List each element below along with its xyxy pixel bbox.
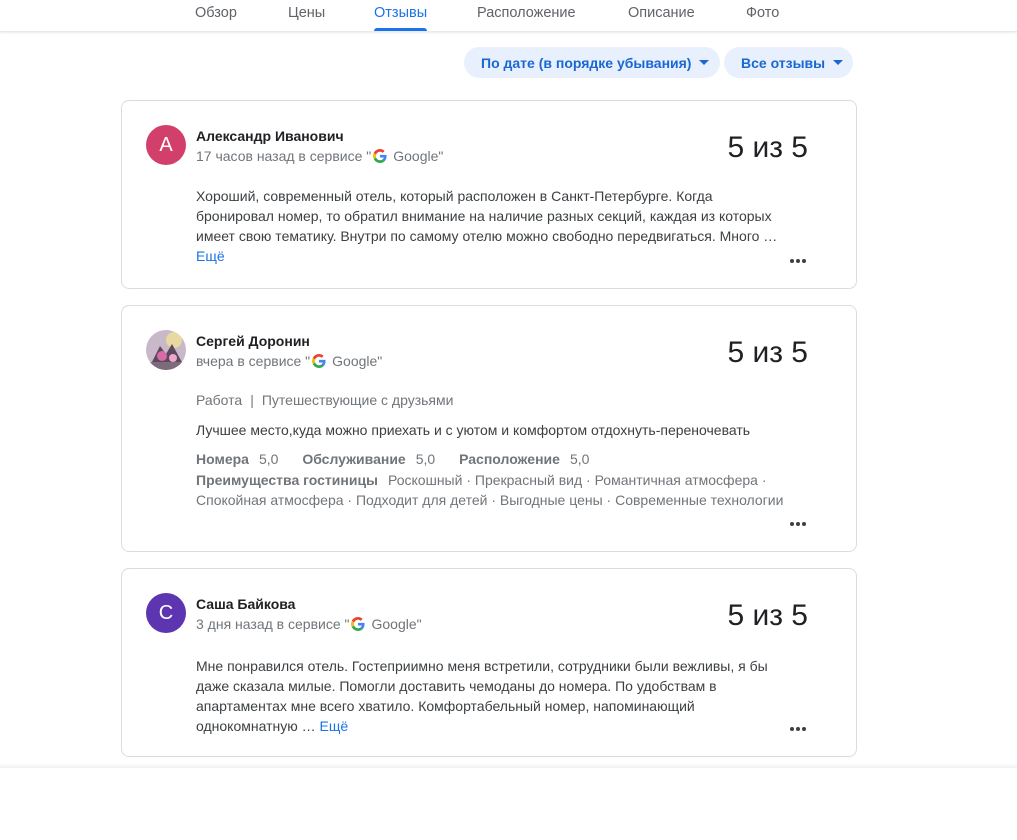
review-rating: 5 из 5 [727, 131, 808, 164]
more-horiz-icon[interactable] [788, 251, 808, 271]
avatar[interactable]: С [146, 593, 186, 633]
score-value: 5,0 [258, 451, 279, 467]
review-meta: вчера в сервисе " Google" [196, 353, 382, 369]
review-rating: 5 из 5 [727, 599, 808, 632]
footer-divider [0, 766, 1017, 768]
review-text: Мне понравился отель. Гостеприимно меня … [196, 656, 780, 736]
review-text-body: Хороший, современный отель, который расп… [196, 188, 778, 244]
review-type-dropdown[interactable]: Все отзывы [724, 47, 853, 78]
tab-photos[interactable]: Фото [746, 5, 779, 21]
review-time: 17 часов назад в сервисе " [196, 148, 372, 164]
google-g-icon [351, 617, 366, 631]
section-tabs: Обзор Цены Отзывы Расположение Описание … [0, 0, 1017, 32]
hotel-features: Преимущества гостиницы Роскошный · Прекра… [196, 470, 796, 510]
review-meta: 17 часов назад в сервисе " Google" [196, 148, 443, 164]
avatar[interactable] [146, 330, 186, 370]
tab-description[interactable]: Описание [628, 5, 695, 21]
score-value: 5,0 [415, 451, 436, 467]
caret-down-icon [699, 60, 710, 65]
review-source: Google" [332, 353, 383, 369]
score-label: Обслуживание [302, 451, 406, 467]
reviews-page: Обзор Цены Отзывы Расположение Описание … [0, 0, 1017, 840]
reviewer-name[interactable]: Александр Иванович [196, 128, 344, 144]
review-source: Google" [393, 148, 444, 164]
tag-separator: | [250, 392, 254, 408]
travel-group-tag: Путешествующие с друзьями [261, 392, 454, 408]
sort-dropdown-label: По дате (в порядке убывания) [481, 54, 692, 71]
features-label: Преимущества гостиницы [196, 472, 379, 488]
tab-location[interactable]: Расположение [477, 5, 576, 21]
review-type-dropdown-label: Все отзывы [741, 54, 826, 71]
review-meta: 3 дня назад в сервисе " Google" [196, 616, 422, 632]
read-more-link[interactable]: Ещё [320, 718, 349, 734]
google-g-icon [312, 354, 326, 368]
review-text-body: Мне понравился отель. Гостеприимно меня … [196, 658, 768, 734]
review-text: Лучшее место,куда можно приехать и с уют… [196, 422, 751, 438]
more-horiz-icon[interactable] [788, 514, 808, 534]
review-source: Google" [371, 616, 422, 632]
score-label: Расположение [459, 451, 560, 467]
read-more-link[interactable]: Ещё [196, 248, 225, 264]
review-card: А Александр Иванович 17 часов назад в се… [121, 100, 857, 289]
caret-down-icon [833, 60, 844, 65]
review-time: 3 дня назад в сервисе " [196, 616, 350, 632]
more-horiz-icon[interactable] [788, 719, 808, 739]
avatar-photo-icon [146, 330, 186, 370]
tab-reviews[interactable]: Отзывы [374, 5, 428, 31]
review-card: Сергей Доронин вчера в сервисе " Google"… [121, 305, 857, 552]
avatar[interactable]: А [146, 125, 186, 165]
reviewer-name[interactable]: Сергей Доронин [196, 333, 310, 349]
review-text: Хороший, современный отель, который расп… [196, 186, 780, 266]
trip-tags: Работа | Путешествующие с друзьями [196, 392, 453, 408]
review-card: С Саша Байкова 3 дня назад в сервисе " G… [121, 568, 857, 757]
tab-prices[interactable]: Цены [288, 5, 325, 21]
review-rating: 5 из 5 [727, 336, 808, 369]
google-g-icon [373, 149, 387, 163]
score-label: Номера [196, 451, 249, 467]
sort-dropdown[interactable]: По дате (в порядке убывания) [464, 47, 720, 78]
review-time: вчера в сервисе " [196, 353, 311, 369]
trip-type-tag: Работа [196, 392, 243, 408]
score-value: 5,0 [569, 451, 590, 467]
category-scores: Номера 5,0 Обслуживание 5,0 Расположение 5,… [196, 451, 609, 467]
reviewer-name[interactable]: Саша Байкова [196, 596, 295, 612]
tab-overview[interactable]: Обзор [195, 5, 237, 21]
